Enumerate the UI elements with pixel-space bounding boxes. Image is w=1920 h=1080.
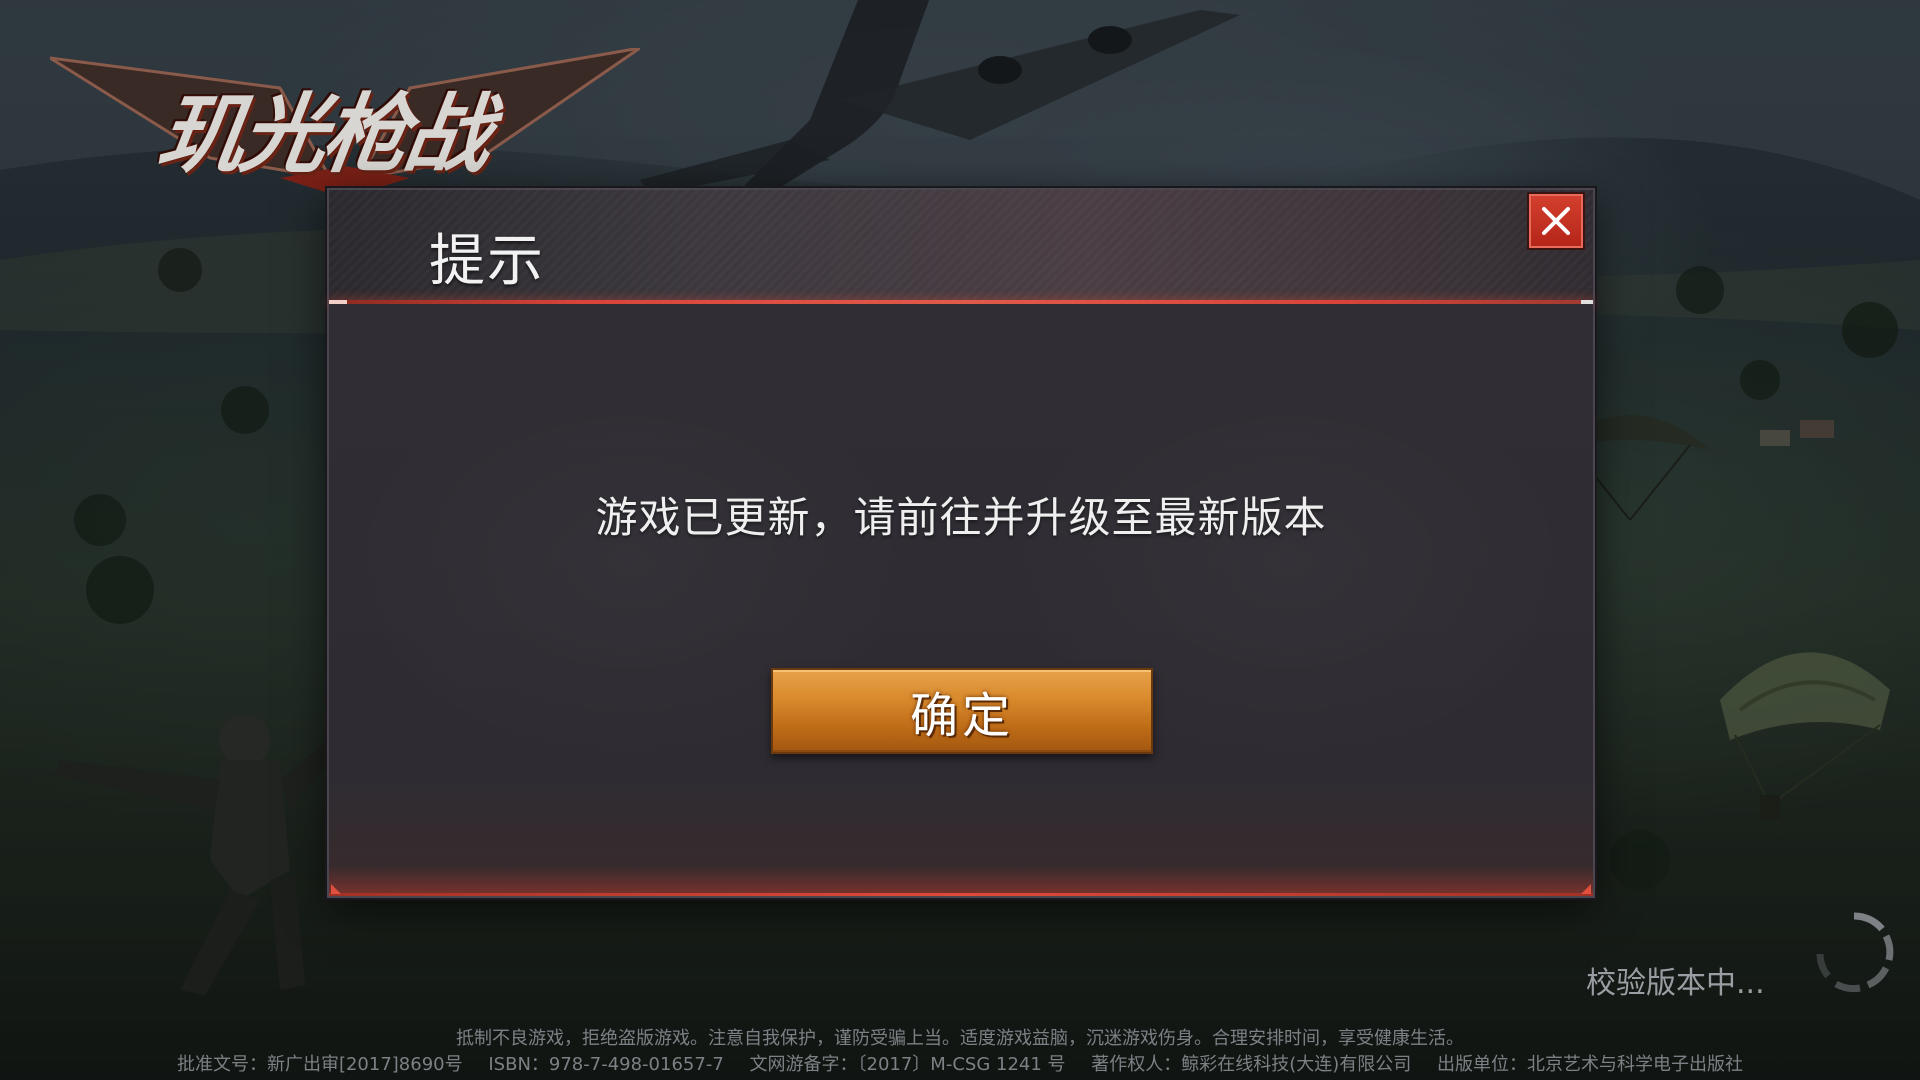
corner-ornament [331,884,341,894]
health-notice: 抵制不良游戏，拒绝盗版游戏。注意自我保护，谨防受骗上当。适度游戏益脑，沉迷游戏伤… [456,1028,1464,1049]
loading-spinner-icon [1816,912,1894,993]
close-button[interactable] [1527,192,1585,250]
dialog-body [329,304,1593,896]
dialog-title: 提示 [429,229,545,294]
confirm-button[interactable]: 确定 [771,668,1153,754]
filing-number: 文网游备字：〔2017〕M-CSG 1241 号 [749,1054,1066,1075]
copyright-holder: 著作权人：鲸彩在线科技(大连)有限公司 [1091,1054,1412,1075]
loading-status-text: 校验版本中... [1586,966,1765,1001]
corner-ornament [1581,884,1591,894]
confirm-button-label: 确定 [909,688,1014,744]
approval-number: 批准文号：新广出审[2017]8690号 [176,1054,463,1075]
copyright-info: 批准文号：新广出审[2017]8690号 ISBN：978-7-498-0165… [0,1050,1920,1076]
close-icon [1542,207,1570,235]
dialog-message: 游戏已更新，请前往并升级至最新版本 [595,493,1327,542]
game-screen: 玑光枪战 提示 游戏已更新，请前往并升级至最新版本 确定 校验版本中... 抵制… [0,0,1920,1080]
game-logo-text: 玑光枪战 [151,84,494,185]
dialog-header: 提示 [329,190,1593,302]
update-prompt-dialog: 提示 游戏已更新，请前往并升级至最新版本 确定 [327,188,1595,898]
dialog-bottom-glow [329,866,1593,896]
publisher: 出版单位：北京艺术与科学电子出版社 [1437,1054,1744,1075]
dialog-bottom-border [329,893,1593,896]
isbn-number: ISBN：978-7-498-01657-7 [488,1054,724,1075]
